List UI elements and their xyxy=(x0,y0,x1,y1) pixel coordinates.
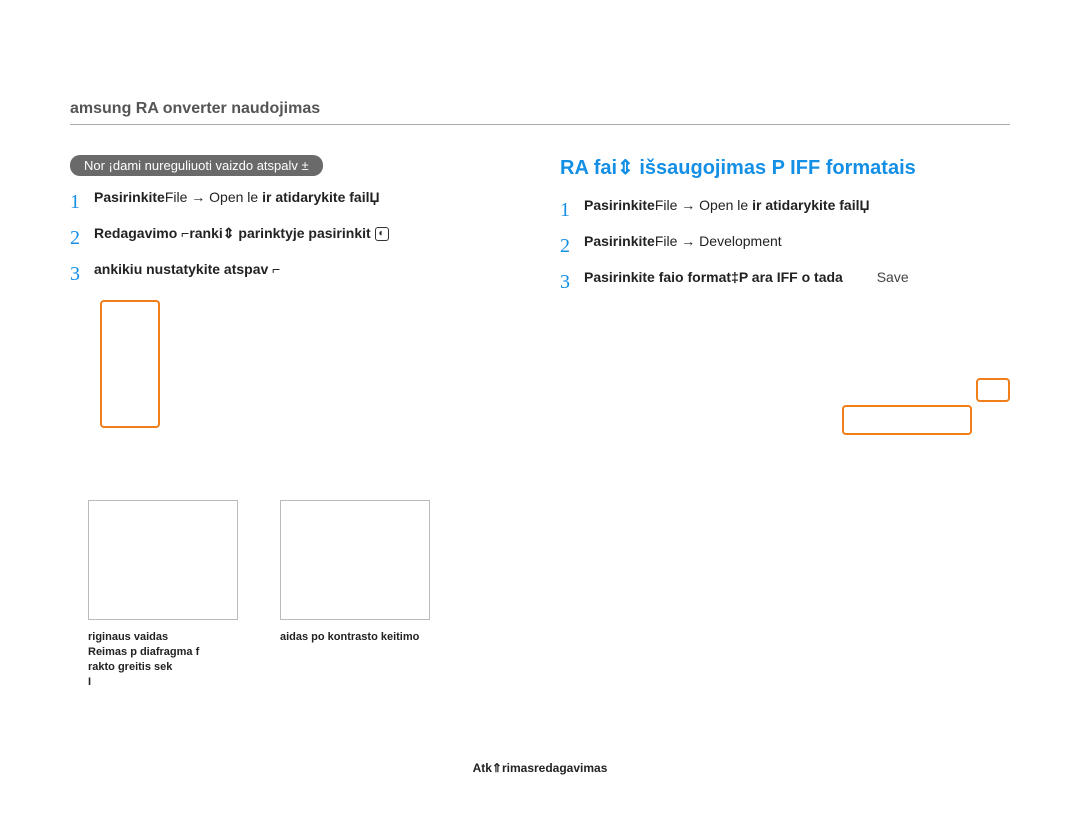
sample-image-after xyxy=(280,500,430,620)
step-text-b: ir atidarykite failЏ xyxy=(262,189,379,205)
caption-line: riginaus vaidas xyxy=(88,631,168,643)
step-number: 1 xyxy=(560,196,584,224)
step-text: ankikiu nustatykite atspav ⌐ xyxy=(94,261,280,277)
tone-icon: ◐ xyxy=(375,227,389,241)
left-column: Nor ¡dami nureguliuoti vaizdo atspalv ± … xyxy=(70,155,520,304)
section-title: RA fai⇕ išsaugojimas P IFF formatais xyxy=(560,155,1010,180)
step-number: 2 xyxy=(70,224,94,252)
step-number: 1 xyxy=(70,188,94,216)
right-step-3: 3 Pasirinkite faio format‡P ara IFF o ta… xyxy=(560,268,1010,296)
page-header: amsung RA onverter naudojimas xyxy=(70,100,1010,125)
highlight-box-right-small xyxy=(976,378,1010,402)
step-text-light: File → Open le xyxy=(655,197,752,213)
caption-line: aidas po kontrasto keitimo xyxy=(280,631,419,643)
step-text: Pasirinkite xyxy=(584,197,655,213)
step-text-light: File → Open le xyxy=(165,189,262,205)
highlight-box-left xyxy=(100,300,160,428)
step-text: Redagavimo ⌐ranki⇕ parinktyje pasirinkit xyxy=(94,225,371,241)
highlight-box-right-big xyxy=(842,405,972,435)
step-text: Pasirinkite faio format‡P ara IFF o tada xyxy=(584,269,843,285)
page-footer: Atk⇑rimasredagavimas xyxy=(0,761,1080,775)
step-number: 2 xyxy=(560,232,584,260)
step-text-light: File → Development xyxy=(655,233,782,249)
step-number: 3 xyxy=(560,268,584,296)
caption-line: I xyxy=(88,676,91,688)
save-label: Save xyxy=(877,269,909,285)
caption-line: Reimas p diafragma f xyxy=(88,646,199,658)
step-text: Pasirinkite xyxy=(584,233,655,249)
left-step-2: 2 Redagavimo ⌐ranki⇕ parinktyje pasirink… xyxy=(70,224,520,252)
caption-line: rakto greitis sek xyxy=(88,661,172,673)
step-text: Pasirinkite xyxy=(94,189,165,205)
caption-original: riginaus vaidas Reimas p diafragma f rak… xyxy=(88,630,268,689)
right-column: RA fai⇕ išsaugojimas P IFF formatais 1 P… xyxy=(560,155,1010,304)
step-text-b: ir atidarykite failЏ xyxy=(752,197,869,213)
right-step-1: 1 PasirinkiteFile → Open le ir atidaryki… xyxy=(560,196,1010,224)
left-step-1: 1 PasirinkiteFile → Open le ir atidaryki… xyxy=(70,188,520,216)
step-number: 3 xyxy=(70,260,94,288)
caption-after: aidas po kontrasto keitimo xyxy=(280,630,460,645)
left-step-3: 3 ankikiu nustatykite atspav ⌐ xyxy=(70,260,520,288)
sample-image-original xyxy=(88,500,238,620)
instruction-pill: Nor ¡dami nureguliuoti vaizdo atspalv ± xyxy=(70,155,323,176)
right-step-2: 2 PasirinkiteFile → Development xyxy=(560,232,1010,260)
